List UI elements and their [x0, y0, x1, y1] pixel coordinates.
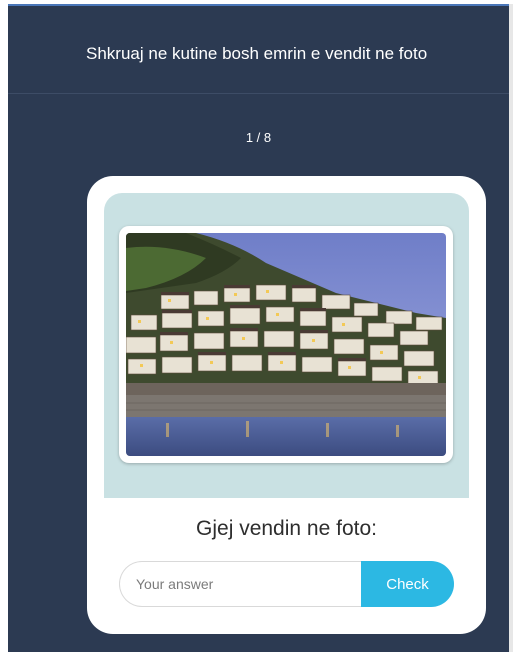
- photo-frame: [119, 226, 453, 463]
- quiz-card: Gjej vendin ne foto: Check: [87, 176, 486, 634]
- question-counter: 1 / 8: [245, 130, 272, 145]
- page-edge: [509, 4, 513, 652]
- quiz-page: Shkruaj ne kutine bosh emrin e vendit ne…: [8, 4, 509, 652]
- location-photo: [126, 233, 446, 456]
- question-text: Gjej vendin ne foto:: [196, 517, 377, 540]
- page-title: Shkruaj ne kutine bosh emrin e vendit ne…: [86, 44, 428, 63]
- image-panel: [104, 193, 469, 498]
- check-button[interactable]: Check: [361, 561, 454, 607]
- answer-input[interactable]: [119, 561, 369, 607]
- answer-row: Check: [119, 561, 454, 607]
- header: Shkruaj ne kutine bosh emrin e vendit ne…: [8, 6, 509, 94]
